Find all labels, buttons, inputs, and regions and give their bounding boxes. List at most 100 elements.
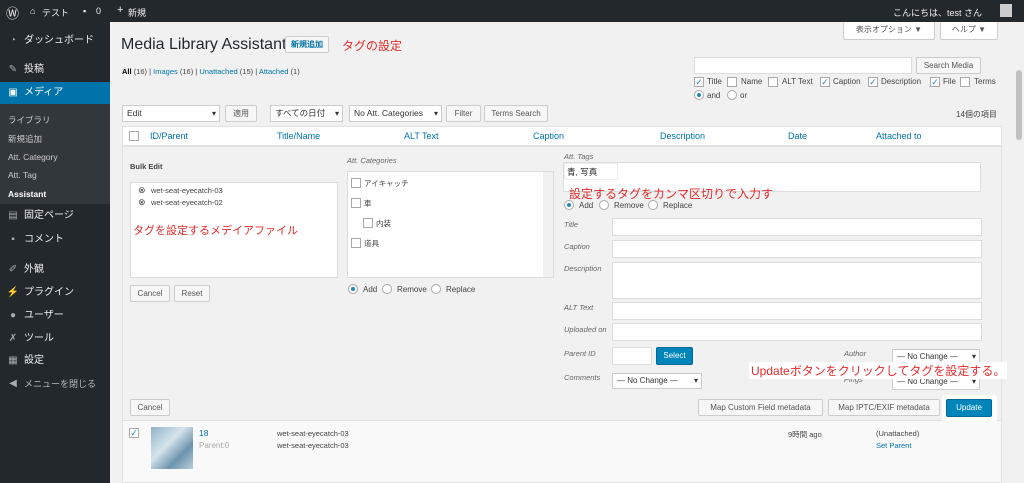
caption-input[interactable]: [612, 240, 982, 258]
date-filter-select[interactable]: すべての日付: [270, 105, 343, 122]
apply-button[interactable]: 適用: [225, 105, 257, 122]
column-id-parent[interactable]: ID/Parent: [150, 131, 188, 141]
menu-users[interactable]: ● ユーザー: [0, 305, 110, 327]
search-or-radio[interactable]: [727, 90, 737, 100]
greeting[interactable]: こんにちは、test さん: [893, 6, 982, 19]
select-parent-button[interactable]: Select: [656, 347, 693, 365]
parent-id-input[interactable]: [612, 347, 652, 365]
category-checkbox[interactable]: [351, 238, 361, 248]
menu-appearance[interactable]: ✐ 外観: [0, 259, 110, 281]
row-id[interactable]: 18: [199, 428, 208, 438]
category-remove-radio[interactable]: [382, 284, 392, 294]
menu-pages[interactable]: ▤ 固定ページ: [0, 205, 110, 227]
description-label: Description: [564, 264, 602, 273]
filter-all[interactable]: All: [122, 67, 132, 76]
filter-attached[interactable]: Attached: [259, 67, 289, 76]
search-input[interactable]: [694, 57, 912, 74]
comment-icon[interactable]: ▪: [83, 6, 86, 16]
search-file-checkbox[interactable]: ✓: [930, 77, 940, 87]
menu-dashboard[interactable]: ◔ ダッシュボード: [0, 30, 110, 52]
add-new-button[interactable]: 新規追加: [285, 36, 329, 53]
filter-unattached[interactable]: Unattached: [199, 67, 237, 76]
search-caption-checkbox[interactable]: ✓: [820, 77, 830, 87]
comment-count[interactable]: 0: [96, 6, 101, 16]
submenu-add-new[interactable]: 新規追加: [8, 133, 42, 145]
search-and-radio[interactable]: [694, 90, 704, 100]
bulk-cancel-button[interactable]: Cancel: [130, 285, 170, 302]
search-media-button[interactable]: Search Media: [916, 57, 981, 74]
column-caption[interactable]: Caption: [533, 131, 564, 141]
column-title-name[interactable]: Title/Name: [277, 131, 320, 141]
column-date[interactable]: Date: [788, 131, 807, 141]
filter-button[interactable]: Filter: [446, 105, 481, 122]
author-label: Author: [844, 349, 867, 358]
remove-file-icon[interactable]: ⊗: [138, 185, 146, 196]
submenu-library[interactable]: ライブラリ: [8, 114, 51, 126]
terms-search-button[interactable]: Terms Search: [484, 105, 548, 122]
caption-label: Caption: [564, 242, 590, 251]
category-label: 道具: [364, 239, 379, 248]
search-description-checkbox[interactable]: ✓: [868, 77, 878, 87]
help-button[interactable]: ヘルプ ▼: [940, 22, 998, 40]
category-scrollbar[interactable]: [543, 172, 553, 277]
filter-images[interactable]: Images: [153, 67, 178, 76]
category-checkbox[interactable]: [351, 198, 361, 208]
description-textarea[interactable]: [612, 262, 982, 299]
bulk-cancel-bottom-button[interactable]: Cancel: [130, 399, 170, 416]
menu-tools[interactable]: ✗ ツール: [0, 328, 110, 350]
avatar[interactable]: [1000, 4, 1012, 17]
search-terms-checkbox[interactable]: [960, 77, 970, 87]
tags-remove-radio[interactable]: [599, 200, 609, 210]
menu-media[interactable]: ▣ メディア: [0, 82, 110, 104]
screen-options-button[interactable]: 表示オプション ▼: [843, 22, 935, 40]
menu-posts[interactable]: ✎ 投稿: [0, 59, 110, 81]
bulk-action-select[interactable]: Edit: [122, 105, 220, 122]
update-button[interactable]: Update: [946, 399, 992, 417]
title-input[interactable]: [612, 218, 982, 236]
submenu-att-category[interactable]: Att. Category: [8, 152, 58, 162]
site-name[interactable]: テスト: [42, 6, 69, 19]
media-thumbnail[interactable]: [151, 427, 193, 469]
menu-label: ツール: [24, 333, 54, 344]
row-checkbox[interactable]: ✓: [129, 428, 139, 438]
menu-comments[interactable]: ▪ コメント: [0, 229, 110, 251]
search-or-label: or: [740, 91, 748, 100]
tags-replace-radio[interactable]: [648, 200, 658, 210]
search-file-label: File: [943, 77, 956, 86]
category-replace-radio[interactable]: [431, 284, 441, 294]
category-checkbox[interactable]: [363, 218, 373, 228]
column-attached-to[interactable]: Attached to: [876, 131, 922, 141]
submenu-att-tag[interactable]: Att. Tag: [8, 170, 37, 180]
category-filter-select[interactable]: No Att. Categories: [349, 105, 442, 122]
category-checkbox[interactable]: [351, 178, 361, 188]
menu-collapse[interactable]: ◀ メニューを閉じる: [0, 373, 110, 395]
annotation-update-note: Updateボタンをクリックしてタグを設定する。: [749, 362, 1008, 379]
bulk-file-item: wet-seat-eyecatch-03: [151, 186, 223, 195]
select-all-checkbox[interactable]: [129, 131, 139, 141]
search-alt-checkbox[interactable]: [768, 77, 778, 87]
search-title-checkbox[interactable]: ✓: [694, 77, 704, 87]
remove-file-icon[interactable]: ⊗: [138, 197, 146, 208]
column-description[interactable]: Description: [660, 131, 705, 141]
new-content[interactable]: 新規: [128, 6, 146, 19]
submenu-assistant[interactable]: Assistant: [8, 189, 46, 199]
bulk-reset-button[interactable]: Reset: [174, 285, 210, 302]
menu-label: ダッシュボード: [24, 35, 94, 46]
home-icon: ⌂: [30, 6, 36, 16]
category-add-radio[interactable]: [348, 284, 358, 294]
set-parent-link[interactable]: Set Parent: [876, 441, 911, 450]
category-label: 内装: [376, 219, 391, 228]
tags-add-radio[interactable]: [564, 200, 574, 210]
menu-plugins[interactable]: ⚡ プラグイン: [0, 282, 110, 304]
comments-select[interactable]: — No Change —: [612, 373, 702, 389]
search-name-checkbox[interactable]: [727, 77, 737, 87]
wordpress-logo-icon[interactable]: Ⓦ: [6, 3, 19, 22]
map-custom-field-button[interactable]: Map Custom Field metadata: [698, 399, 823, 416]
menu-settings[interactable]: ▦ 設定: [0, 350, 110, 372]
map-iptc-exif-button[interactable]: Map IPTC/EXIF metadata: [828, 399, 940, 416]
column-alt-text[interactable]: ALT Text: [404, 131, 439, 141]
category-label: アイキャッチ: [364, 179, 409, 188]
scrollbar-thumb[interactable]: [1016, 70, 1022, 140]
alt-text-input[interactable]: [612, 302, 982, 320]
uploaded-on-input[interactable]: [612, 323, 982, 341]
